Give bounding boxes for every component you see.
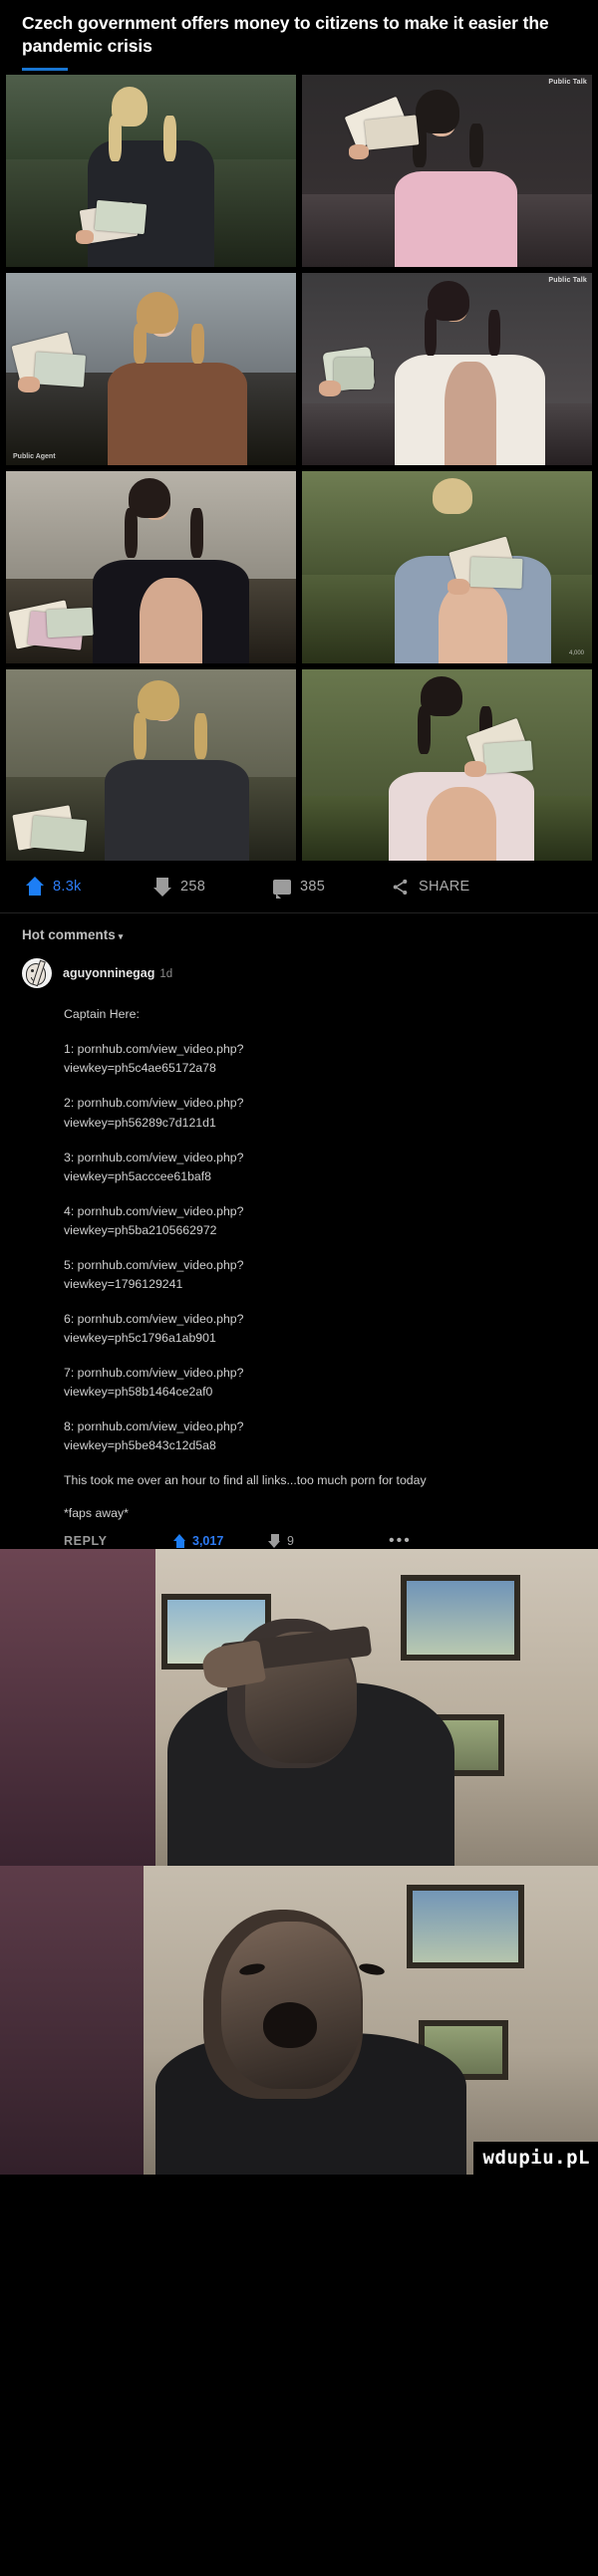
reaction-image-bottom: wdupiu.pL <box>0 1866 598 2176</box>
link-index: 5: pornhub.com/view_video.php? <box>64 1257 244 1272</box>
comment-link-entry[interactable]: 3: pornhub.com/view_video.php? viewkey=p… <box>64 1149 578 1186</box>
comment-link-entry[interactable]: 2: pornhub.com/view_video.php? viewkey=p… <box>64 1094 578 1132</box>
comment-button[interactable]: 385 <box>273 879 391 899</box>
tile-watermark: Public Talk <box>548 276 587 284</box>
page-title: Czech government offers money to citizen… <box>22 13 549 57</box>
comment-downvote-button[interactable]: 9 <box>268 1534 363 1549</box>
tile-watermark: Public Talk <box>548 79 587 87</box>
arrow-down-icon <box>268 1534 281 1549</box>
comment-count: 385 <box>300 879 326 896</box>
link-viewkey: viewkey=ph5be843c12d5a8 <box>64 1438 216 1453</box>
media-tile[interactable]: Public Talk <box>302 272 592 465</box>
chevron-down-icon: ▾ <box>118 931 124 942</box>
post-action-bar: 8.3k 258 385 SHARE <box>0 861 598 913</box>
reply-button[interactable]: REPLY <box>64 1534 173 1548</box>
media-tile[interactable]: Public Talk <box>302 75 592 267</box>
link-viewkey: viewkey=ph5c4ae65172a78 <box>64 1061 216 1076</box>
comment-link-entry[interactable]: 6: pornhub.com/view_video.php? viewkey=p… <box>64 1310 578 1348</box>
link-index: 8: pornhub.com/view_video.php? <box>64 1419 244 1434</box>
comment-header: aguyonninegag 1d <box>22 958 578 989</box>
comment-upvote-count: 3,017 <box>192 1534 224 1549</box>
arrow-up-icon <box>26 877 44 897</box>
link-index: 1: pornhub.com/view_video.php? <box>64 1042 244 1057</box>
media-tile[interactable]: Public Agent <box>6 272 296 465</box>
more-options-icon[interactable]: ••• <box>389 1533 412 1549</box>
upvote-count: 8.3k <box>53 879 82 896</box>
comment-signoff: *faps away* <box>64 1506 129 1521</box>
comment-upvote-button[interactable]: 3,017 <box>173 1534 268 1549</box>
link-index: 7: pornhub.com/view_video.php? <box>64 1365 244 1380</box>
avatar[interactable] <box>22 958 52 989</box>
link-viewkey: viewkey=ph5c1796a1ab901 <box>64 1330 216 1345</box>
share-label: SHARE <box>419 879 470 896</box>
link-index: 6: pornhub.com/view_video.php? <box>64 1311 244 1326</box>
title-accent-underline <box>22 68 68 72</box>
link-viewkey: viewkey=1796129241 <box>64 1276 183 1291</box>
share-icon <box>391 878 410 897</box>
media-tile[interactable]: 4,000 <box>302 470 592 663</box>
link-index: 4: pornhub.com/view_video.php? <box>64 1203 244 1218</box>
comment-link-entry[interactable]: 1: pornhub.com/view_video.php? viewkey=p… <box>64 1040 578 1078</box>
tile-watermark: Public Agent <box>13 452 56 460</box>
link-index: 3: pornhub.com/view_video.php? <box>64 1150 244 1164</box>
comment-item: aguyonninegag 1d Captain Here: 1: pornhub… <box>0 952 598 1549</box>
media-tile[interactable] <box>6 75 296 267</box>
arrow-down-icon <box>153 877 171 898</box>
hot-comments-header[interactable]: Hot comments ▾ <box>0 913 598 952</box>
comment-bubble-icon <box>273 879 291 899</box>
comment-intro: Captain Here: <box>64 1007 140 1022</box>
comment-timestamp: 1d <box>159 968 173 981</box>
media-tile[interactable] <box>6 470 296 663</box>
site-watermark: wdupiu.pL <box>472 2142 598 2176</box>
hot-comments-label: Hot comments <box>22 927 116 943</box>
link-index: 2: pornhub.com/view_video.php? <box>64 1096 244 1111</box>
reaction-image-top <box>0 1549 598 1867</box>
upvote-button[interactable]: 8.3k <box>26 877 153 897</box>
comment-body: Captain Here: 1: pornhub.com/view_video.… <box>64 1005 578 1523</box>
link-viewkey: viewkey=ph5acccee61baf8 <box>64 1168 212 1183</box>
post-title-block: Czech government offers money to citizen… <box>0 0 598 72</box>
comment-link-entry[interactable]: 5: pornhub.com/view_video.php? viewkey=1… <box>64 1256 578 1294</box>
comment-downvote-count: 9 <box>287 1534 294 1549</box>
link-viewkey: viewkey=ph56289c7d121d1 <box>64 1115 216 1130</box>
post-media-grid: Public Talk Public Agent Public Talk 4,0… <box>0 75 598 862</box>
tile-watermark: 4,000 <box>568 649 584 656</box>
share-button[interactable]: SHARE <box>391 878 469 897</box>
comment-username[interactable]: aguyonninegag <box>63 966 154 980</box>
link-viewkey: viewkey=ph58b1464ce2af0 <box>64 1384 213 1399</box>
comment-link-entry[interactable]: 8: pornhub.com/view_video.php? viewkey=p… <box>64 1417 578 1455</box>
media-tile[interactable] <box>6 668 296 862</box>
comment-link-entry[interactable]: 4: pornhub.com/view_video.php? viewkey=p… <box>64 1202 578 1240</box>
media-tile[interactable] <box>302 668 592 862</box>
arrow-up-icon <box>173 1534 186 1549</box>
comment-actions: REPLY 3,017 9 ••• <box>64 1533 578 1549</box>
link-viewkey: viewkey=ph5ba2105662972 <box>64 1222 217 1237</box>
downvote-count: 258 <box>180 879 206 896</box>
comment-outro: This took me over an hour to find all li… <box>64 1473 427 1488</box>
comment-link-entry[interactable]: 7: pornhub.com/view_video.php? viewkey=p… <box>64 1364 578 1402</box>
downvote-button[interactable]: 258 <box>153 877 273 898</box>
